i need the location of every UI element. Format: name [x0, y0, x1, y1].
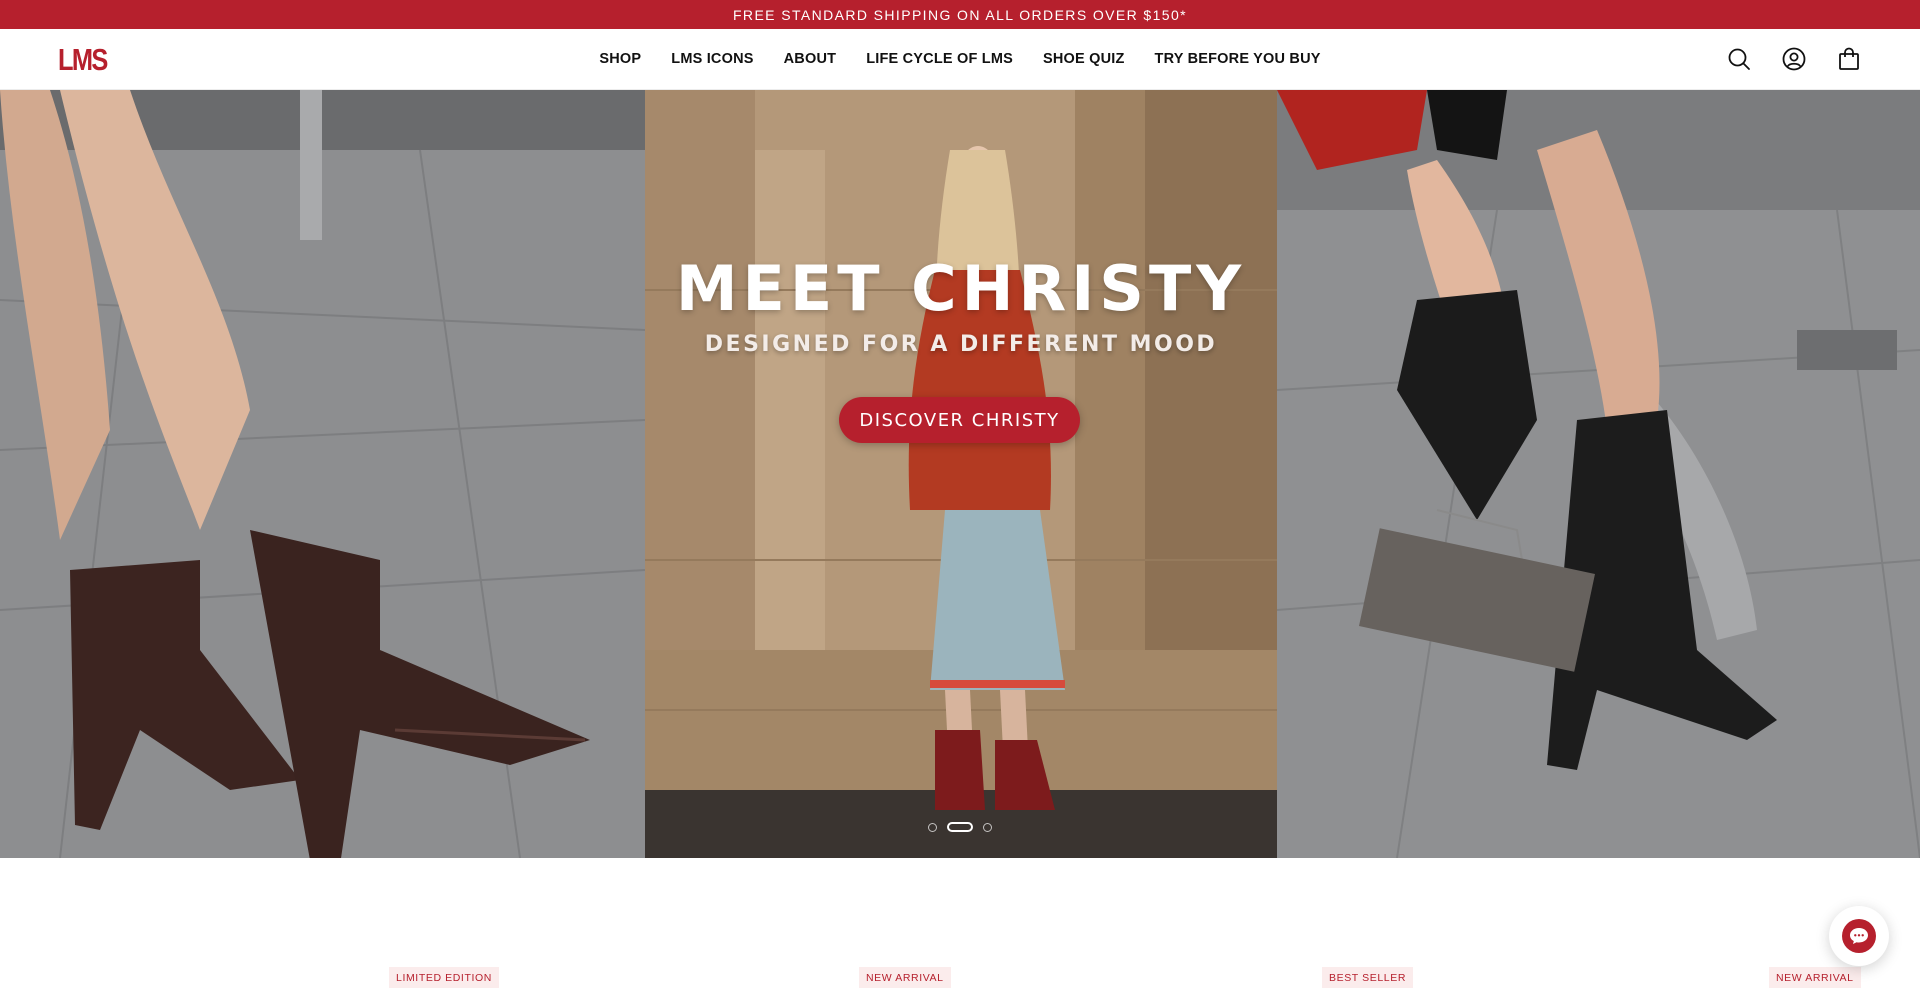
cart-icon[interactable] — [1836, 46, 1862, 72]
search-icon[interactable] — [1726, 46, 1752, 72]
product-badge-new-arrival: NEW ARRIVAL — [1769, 967, 1861, 988]
carousel-dot-active[interactable] — [947, 822, 973, 832]
nav-item-lms-icons[interactable]: LMS ICONS — [656, 51, 768, 67]
product-badge-new-arrival: NEW ARRIVAL — [859, 967, 951, 988]
header-icons — [1726, 46, 1862, 72]
hero-image-left — [0, 90, 645, 858]
chat-button[interactable] — [1829, 906, 1889, 966]
nav-item-shop[interactable]: SHOP — [584, 51, 656, 67]
announcement-bar: FREE STANDARD SHIPPING ON ALL ORDERS OVE… — [0, 0, 1920, 29]
nav-item-life-cycle[interactable]: LIFE CYCLE OF LMS — [851, 51, 1028, 67]
product-badge-best-seller: BEST SELLER — [1322, 967, 1414, 988]
hero-image-right — [1277, 90, 1920, 858]
product-badge-limited-edition: LIMITED EDITION — [389, 967, 499, 988]
hero-carousel[interactable] — [0, 90, 1920, 858]
hero-image-center — [645, 90, 1277, 858]
main-nav: SHOP LMS ICONS ABOUT LIFE CYCLE OF LMS S… — [0, 29, 1920, 89]
discover-christy-button[interactable]: DISCOVER CHRISTY — [839, 397, 1080, 443]
announcement-text: FREE STANDARD SHIPPING ON ALL ORDERS OVE… — [732, 6, 1188, 23]
account-icon[interactable] — [1781, 46, 1807, 72]
carousel-dots — [0, 819, 1920, 835]
nav-item-about[interactable]: ABOUT — [769, 51, 852, 67]
chat-bubble-icon — [1842, 919, 1876, 953]
carousel-dot[interactable] — [983, 822, 992, 832]
nav-item-try-before-you-buy[interactable]: TRY BEFORE YOU BUY — [1140, 51, 1336, 67]
logo[interactable]: LMS — [58, 42, 108, 78]
nav-item-shoe-quiz[interactable]: SHOE QUIZ — [1028, 51, 1140, 67]
carousel-dot[interactable] — [928, 822, 937, 832]
site-header: LMS SHOP LMS ICONS ABOUT LIFE CYCLE OF L… — [0, 29, 1920, 90]
